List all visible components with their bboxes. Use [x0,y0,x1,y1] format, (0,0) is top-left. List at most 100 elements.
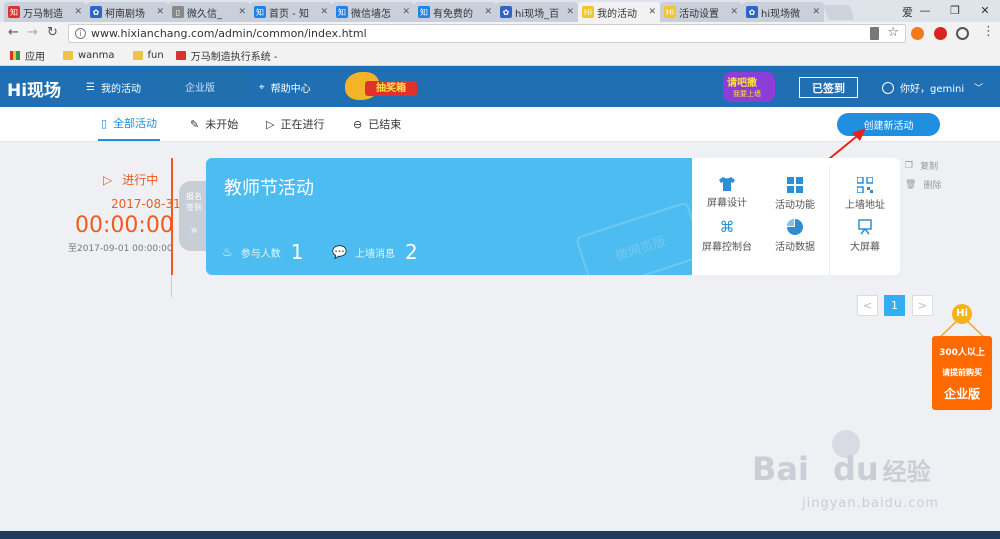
tab-close-icon[interactable]: ✕ [402,7,410,17]
browser-tab[interactable]: ✿ hi现场微 ✕ [742,2,824,22]
function-activity-data[interactable]: 活动数据 [762,219,828,253]
bookmark-apps[interactable]: 应用 [10,48,45,63]
tab-close-icon[interactable]: ✕ [156,7,164,17]
bookmark-wanma[interactable]: wanma [63,50,115,61]
bookmark-star-icon[interactable]: ☆ [887,25,899,40]
lottery-label: 抽奖箱 [365,81,417,96]
location-pin-icon: ⌖ [259,82,265,93]
browser-tab[interactable]: ▯ 微久信_ ✕ [168,2,250,22]
tab-all-activities[interactable]: ▯ 全部活动 [98,107,161,141]
pagination-current[interactable]: 1 [884,295,905,316]
nav-enterprise[interactable]: 企业版 [157,66,243,107]
browser-tab[interactable]: 知微信墙怎 ✕ [332,2,414,22]
browser-tab[interactable]: Hi 活动设置 ✕ [660,2,742,22]
browser-tab-title: hi现场_百 [515,8,560,20]
zhi-favicon-icon: 知 [254,6,266,18]
bookmark-fun[interactable]: fun [132,50,164,61]
new-tab-button[interactable] [823,5,855,20]
signup-side-tab[interactable]: 报名 签到 » [179,181,209,251]
browser-tab-title: 微久信_ [187,8,222,20]
function-screen-design[interactable]: 屏幕设计 [694,177,760,209]
timeline-gray [171,275,172,297]
extension-gray-icon[interactable] [956,27,969,40]
activity-card[interactable]: 教师节活动 微网页版 ♨ 参与人数 1 💬 上墙消息 2 [206,158,692,275]
back-icon[interactable]: ← [8,25,19,40]
browser-tab-title: 有免费的 [433,8,473,20]
signed-button[interactable]: 已签到 [799,77,858,98]
top-navigation: Hi现场 ☰ 我的活动 企业版 ⌖ 帮助中心 抽奖箱 请吧撒 我要上墙 已签到 … [0,66,1000,107]
chevron-down-icon: ﹀ [974,84,984,94]
url-field[interactable]: i www.hixianchang.com/admin/common/index… [68,24,906,43]
grid-icon [787,177,803,193]
minimize-icon[interactable]: — [910,4,940,17]
os-taskbar [0,531,1000,539]
tab-close-icon[interactable]: ✕ [238,7,246,17]
browser-tab-title: 万马制造 [23,8,63,20]
status-indicator: ▷ 进行中 [103,172,159,188]
function-activity-features[interactable]: 活动功能 [762,177,828,211]
play-icon: ▷ [103,172,113,187]
promo-badge[interactable]: 请吧撒 我要上墙 [723,72,775,102]
extension-orange-icon[interactable] [911,27,924,40]
timeline-line [171,158,173,275]
browser-tab[interactable]: ✿ 柯南剧场 ✕ [86,2,168,22]
user-menu[interactable]: 你好，gemini ﹀ [882,80,983,95]
browser-tab-title: 首页 - 知 [269,8,309,20]
functions-divider [829,166,830,276]
delete-action[interactable]: 🗑 删除 [905,178,941,192]
lottery-badge[interactable]: 抽奖箱 [345,72,419,100]
browser-tab-title: 活动设置 [679,8,719,20]
nav-my-activity[interactable]: ☰ 我的活动 [86,80,141,95]
pen-icon: ✎ [190,117,200,131]
browser-tab[interactable]: 知有免费的 ✕ [414,2,496,22]
activity-functions-panel: 屏幕设计 活动功能 上墙地址 ⌘ 屏幕控制台 活动数据 大屏幕 [692,158,900,276]
messages-stat: 💬 上墙消息 2 [332,240,418,264]
nav-help[interactable]: ⌖ 帮助中心 [259,80,311,95]
adblock-icon[interactable] [934,27,947,40]
tab-ended[interactable]: ⊖ 已结束 [353,107,401,141]
folder-icon [132,50,143,60]
tab-not-started[interactable]: ✎ 未开始 [190,107,238,141]
browser-tab[interactable]: Hi 我的活动 ✕ [578,2,660,22]
browser-tab[interactable]: 知首页 - 知 ✕ [250,2,332,22]
browser-tab[interactable]: 知万马制造 ✕ [4,2,86,22]
site-logo[interactable]: Hi现场 [7,76,61,101]
tab-close-icon[interactable]: ✕ [730,7,738,17]
copy-action[interactable]: ❐ 复制 [905,159,938,173]
zhi-icon [175,50,186,60]
double-chevron-right-icon: » [190,223,198,237]
restore-icon[interactable]: ❐ [940,4,970,17]
tab-close-icon[interactable]: ✕ [484,7,492,17]
tab-in-progress[interactable]: ▷ 正在进行 [266,107,324,141]
activity-countdown: 00:00:00 [75,213,174,238]
menu-icon[interactable]: ⋮ [982,24,995,39]
reload-icon[interactable]: ↻ [47,25,58,40]
bookmark-wanma-system[interactable]: 万马制造执行系统 - [175,48,278,63]
screen-icon [858,219,872,235]
forward-icon[interactable]: → [27,25,38,40]
hi-favicon-icon: Hi [582,6,594,18]
function-big-screen[interactable]: 大屏幕 [832,219,898,253]
tab-close-icon[interactable]: ✕ [648,7,656,17]
doc-icon: ▯ [101,116,108,130]
pagination-prev[interactable]: < [857,295,878,316]
info-icon[interactable]: i [75,28,86,39]
enterprise-promo[interactable]: Hi 300人以上 请提前购买 企业版 [929,304,995,410]
list-icon: ☰ [86,82,95,93]
tab-close-icon[interactable]: ✕ [812,7,820,17]
hi-favicon-icon: Hi [664,6,676,18]
tab-close-icon[interactable]: ✕ [566,7,574,17]
browser-tab[interactable]: ✿ hi现场_百 ✕ [496,2,578,22]
translate-icon[interactable] [870,27,879,40]
tab-close-icon[interactable]: ✕ [74,7,82,17]
shirt-icon [719,177,735,191]
command-icon: ⌘ [719,218,735,236]
url-text: www.hixianchang.com/admin/common/index.h… [91,27,367,40]
browser-tab-title: 我的活动 [597,8,637,20]
function-wall-address[interactable]: 上墙地址 [832,177,898,211]
tab-close-icon[interactable]: ✕ [320,7,328,17]
close-icon[interactable]: ✕ [970,4,1000,17]
function-screen-console[interactable]: ⌘ 屏幕控制台 [694,219,760,253]
qrcode-icon [857,177,873,193]
doc-favicon-icon: ▯ [172,6,184,18]
